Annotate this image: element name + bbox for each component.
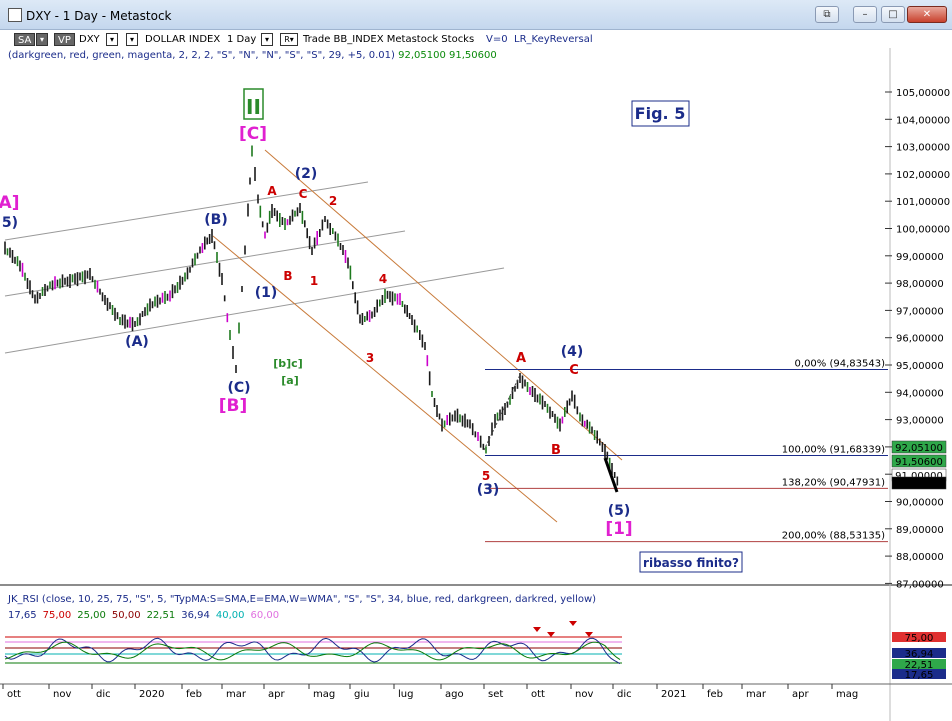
channel-upper-line [4,181,369,241]
price-tick-label: 105,00000 [896,88,950,99]
price-tick-label: 98,00000 [896,279,944,290]
price-badge-value: 92,05100 [895,443,943,454]
wave-label-minor-C2: C [569,363,579,378]
wave-label-minor-5: 5 [482,469,490,483]
date-tick-label: set [488,689,503,700]
wave-label-minor-1: 1 [310,274,318,288]
wave-label-minor-A1: A [267,184,277,198]
fib-label: 0,00% (94,83543) [795,358,886,369]
price-tick-label: 102,00000 [896,170,950,181]
wave-label-wave-2: (2) [295,166,318,182]
price-tick-label: 87,00000 [896,579,944,590]
wave-label-one-bracket: [1] [605,519,632,539]
price-tick-label: 89,00000 [896,525,944,536]
date-axis[interactable]: ott nov dic 2020 feb mar apr mag giu lug ago set ott… [2,684,858,700]
rsi-badge-value: 75,00 [905,633,934,644]
price-badge-value: 91,50600 [895,457,943,468]
date-tick-label: mag [313,689,335,700]
price-tick-label: 88,00000 [896,552,944,563]
rsi-line-green [4,641,621,661]
rsi-arrow-3 [569,621,577,626]
wave-label-a-bracket-left: A] [0,193,19,213]
wave-label-wave-5: (5) [608,503,631,519]
rsi-pane[interactable]: 75,0036,9422,5117,65 [4,621,946,681]
wave-label-primary-ii: II [246,95,261,119]
wave-label-wave-B: (B) [204,212,227,228]
price-tick-label: 96,00000 [896,334,944,345]
price-tick-label: 99,00000 [896,252,944,263]
price-badges: 92,0510091,5060091,0000090,70100 [891,440,947,490]
date-tick-label: nov [53,689,71,700]
wave-label-minor-A2: A [516,351,526,366]
wave-label-minor-4: 4 [379,272,387,286]
orange-channel-upper [264,149,623,461]
date-tick-label: mar [226,689,247,700]
wave-labels: 5) (A) (B) (C) (1) (2) (3) (4) (5) A B C 1 2 3 4 5 A B C [b]… [0,88,633,539]
channel-lower-line [4,267,505,354]
wave-label-minor-3: 3 [366,351,374,365]
price-candles [4,145,619,486]
rsi-badges: 75,0036,9422,5117,65 [892,632,946,681]
date-tick-label: feb [186,689,202,700]
date-tick-label: ago [445,689,464,700]
price-badge-value: 90,70100 [895,479,943,490]
wave-label-b-bracket: [B] [219,396,248,416]
price-tick-label: 95,00000 [896,361,944,372]
wave-label-c-bracket: [C] [239,124,267,144]
fig-label: Fig. 5 [635,104,686,123]
date-tick-label: mag [836,689,858,700]
wave-label-bc-label: [b]c] [273,357,302,370]
price-axis[interactable]: 105,00000 104,00000 103,00000 102,00000 101,… [885,88,950,590]
wave-label-five-left: 5) [2,215,18,231]
price-tick-label: 93,00000 [896,416,944,427]
chart-canvas[interactable]: 105,00000 104,00000 103,00000 102,00000 101,… [0,0,952,721]
price-tick-label: 100,00000 [896,225,950,236]
date-tick-label: nov [575,689,593,700]
price-tick-label: 101,00000 [896,197,950,208]
price-tick-label: 104,00000 [896,115,950,126]
trend-channels [4,149,623,523]
date-tick-label: 2020 [139,689,164,700]
wave-label-wave-A: (A) [125,334,149,350]
price-tick-label: 103,00000 [896,143,950,154]
date-tick-label: ott [531,689,545,700]
date-tick-label: mar [746,689,767,700]
date-tick-label: 2021 [661,689,686,700]
date-tick-label: lug [398,689,413,700]
price-tick-label: 97,00000 [896,306,944,317]
rsi-badge-value: 36,94 [905,649,934,660]
question-label: ribasso finito? [643,556,739,570]
date-tick-label: apr [792,689,809,700]
wave-label-minor-B1: B [283,269,292,283]
rsi-arrow-4 [585,632,593,637]
fib-label: 200,00% (88,53135) [782,531,885,542]
fib-label: 138,20% (90,47931) [782,477,885,488]
wave-label-wave-4: (4) [561,344,584,360]
rsi-arrows [533,621,593,637]
wave-label-a-small: [a] [281,374,298,387]
date-tick-label: ott [7,689,21,700]
price-tick-label: 90,00000 [896,498,944,509]
date-tick-label: feb [707,689,723,700]
rsi-arrow-2 [547,632,555,637]
wave-label-wave-1: (1) [255,285,278,301]
date-tick-label: dic [96,689,111,700]
date-tick-label: apr [268,689,285,700]
rsi-badge-value: 17,65 [905,670,934,681]
rsi-arrow-1 [533,627,541,632]
fibonacci-levels: 0,00% (94,83543) 100,00% (91,68339) 138,20… [485,358,888,543]
date-tick-label: giu [354,689,369,700]
wave-label-minor-B2: B [551,443,561,458]
date-tick-label: dic [617,689,632,700]
wave-label-wave-C: (C) [227,380,250,396]
wave-label-minor-C1: C [299,187,308,201]
fib-label: 100,00% (91,68339) [782,445,885,456]
wave-label-minor-2: 2 [329,194,337,208]
price-tick-label: 94,00000 [896,388,944,399]
wave-label-wave-3: (3) [477,482,500,498]
